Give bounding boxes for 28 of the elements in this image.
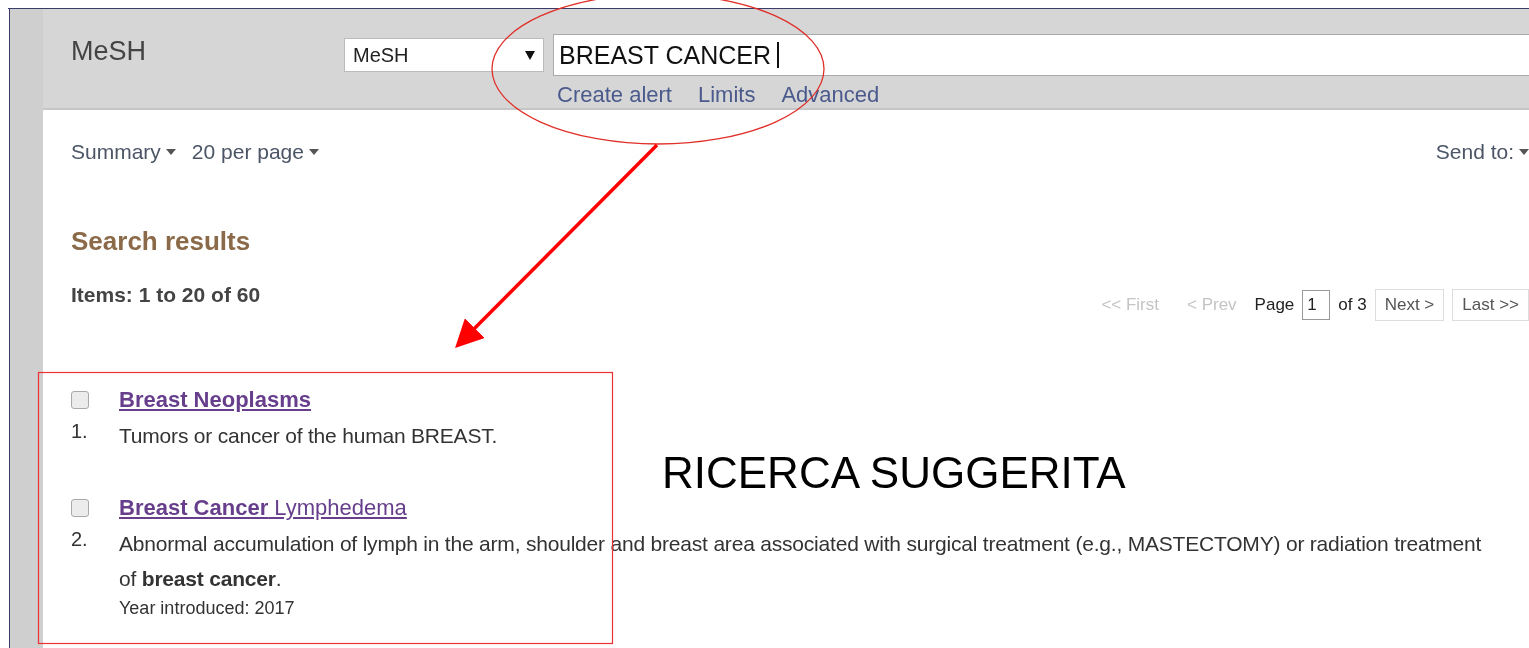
search-link[interactable]: Create alert [557,82,672,108]
result-number: 2. [71,528,88,551]
caret-icon [165,149,176,155]
page-input[interactable]: 1 [1302,290,1331,320]
pager-button[interactable]: Next > [1374,289,1445,321]
result-checkbox[interactable] [71,391,89,409]
results-count: Items: 1 to 20 of 60 [71,283,261,307]
year-introduced: Year introduced: 2017 [119,598,296,619]
pager-button[interactable]: Last >> [1452,289,1529,321]
page-label: Page [1254,295,1295,315]
per-page-dropdown[interactable]: 20 per page [191,140,319,164]
result-title-link[interactable]: Breast Cancer Lymphedema [119,495,407,521]
send-to-dropdown[interactable]: Send to: [1435,140,1529,164]
result-checkbox[interactable] [71,499,89,517]
result-title-link[interactable]: Breast Neoplasms [119,387,311,413]
format-dropdown[interactable]: Summary [71,140,176,164]
search-link[interactable]: Limits [697,82,756,108]
caret-icon [525,50,535,60]
page-total: of 3 [1338,295,1367,315]
results-heading: Search results [71,226,252,257]
search-field[interactable]: BREAST CANCER [553,34,1529,76]
result-number: 1. [71,420,88,443]
caret-icon [1519,149,1529,155]
database-select[interactable]: MeSH [344,38,544,72]
result-description: Tumors or cancer of the human BREAST. [119,423,499,449]
caret-icon [308,149,319,155]
database-title: MeSH [71,36,147,68]
annotation-label: RICERCA SUGGERITA [662,448,1126,498]
